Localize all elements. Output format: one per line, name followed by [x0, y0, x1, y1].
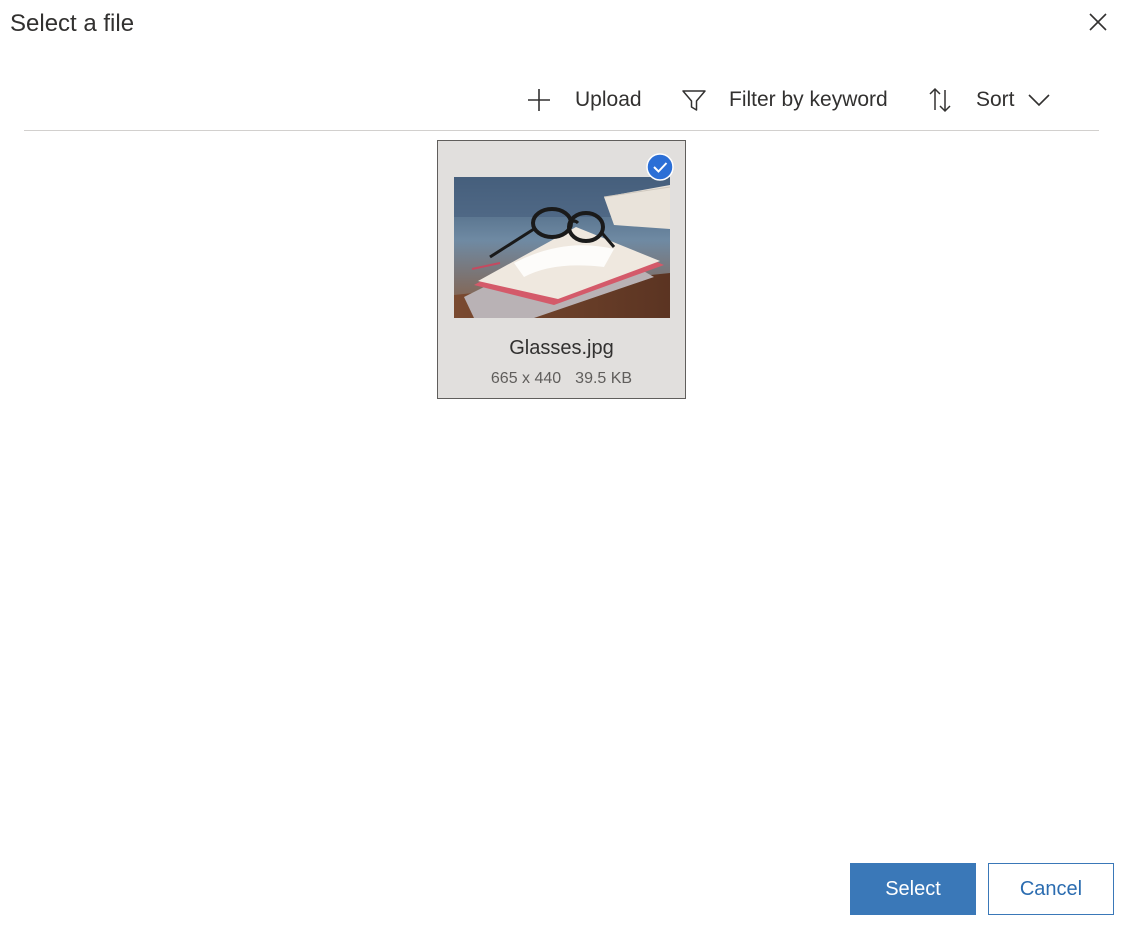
- file-dimensions: 665 x 440: [490, 370, 562, 387]
- toolbar: Upload Filter by keyword Sort: [0, 80, 1133, 120]
- upload-label: Upload: [575, 88, 642, 111]
- chevron-down-icon: [1027, 92, 1051, 108]
- plus-icon: [526, 87, 552, 113]
- filter-label: Filter by keyword: [729, 88, 888, 111]
- file-picker-dialog: Select a file Upload Filter by keyword S…: [0, 0, 1133, 928]
- toolbar-divider: [24, 130, 1099, 131]
- checkmark-circle-icon[interactable]: [646, 153, 674, 181]
- file-tile[interactable]: Glasses.jpg 665 x 440 39.5 KB: [437, 140, 686, 399]
- sort-button[interactable]: Sort: [927, 80, 1051, 120]
- cancel-button[interactable]: Cancel: [988, 863, 1114, 915]
- glasses-on-book-photo: [454, 177, 670, 318]
- upload-button[interactable]: Upload: [526, 80, 642, 120]
- close-button[interactable]: [1084, 8, 1112, 36]
- dialog-title: Select a file: [10, 10, 135, 37]
- file-thumbnail: [454, 177, 670, 318]
- file-size: 39.5 KB: [575, 370, 633, 387]
- sort-arrows-icon: [927, 86, 953, 114]
- filter-funnel-icon: [681, 87, 707, 113]
- file-name: Glasses.jpg: [509, 337, 614, 359]
- close-icon: [1084, 8, 1112, 36]
- sort-label: Sort: [976, 88, 1015, 111]
- filter-by-keyword-button[interactable]: Filter by keyword: [681, 80, 888, 120]
- file-meta: 665 x 440 39.5 KB: [438, 370, 685, 388]
- select-button[interactable]: Select: [850, 863, 976, 915]
